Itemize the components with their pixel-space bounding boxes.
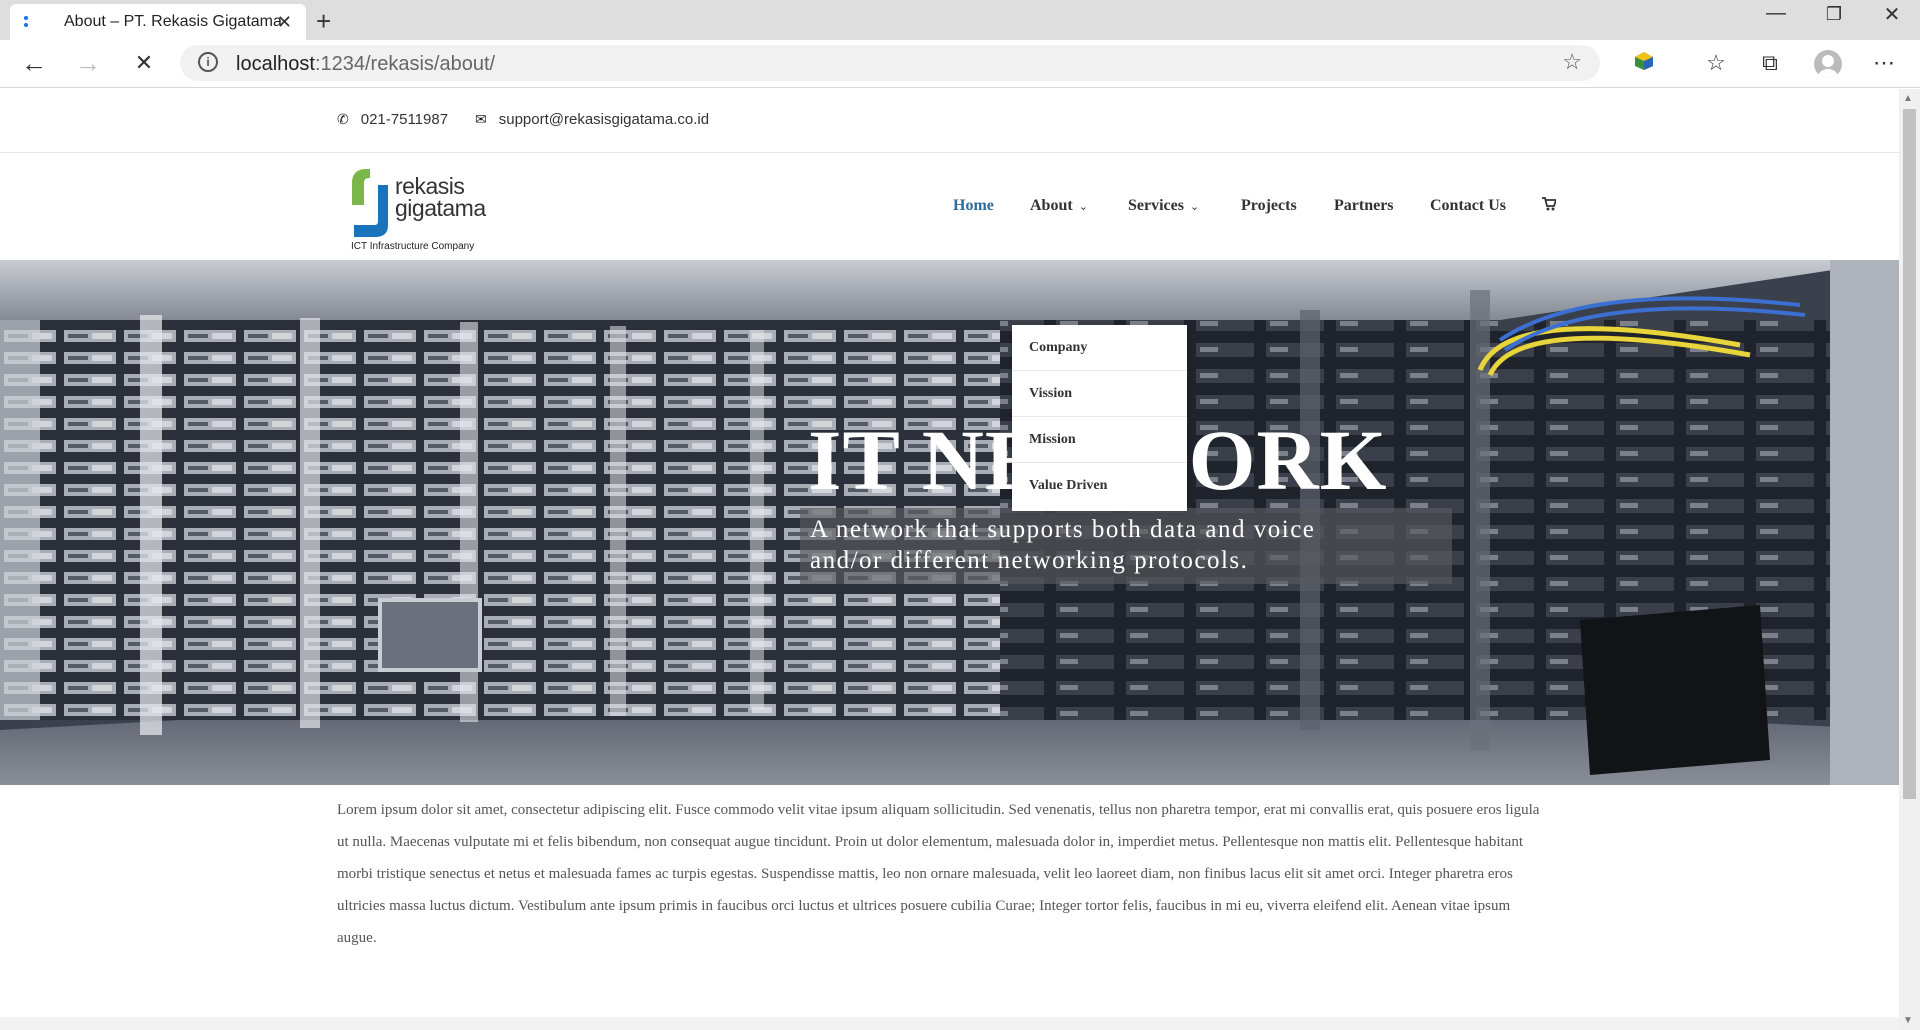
page-scrollbar[interactable]: ▲ ▼ — [1899, 89, 1920, 1030]
hero-banner: IT NETWORK A network that supports both … — [0, 260, 1899, 785]
more-icon[interactable]: ⋯ — [1868, 50, 1900, 76]
address-bar[interactable]: i localhost:1234/rekasis/about/ ☆ — [180, 45, 1600, 81]
hero-subtitle: A network that supports both data and vo… — [810, 516, 1316, 574]
nav-projects[interactable]: Projects — [1241, 197, 1297, 215]
nav-home[interactable]: Home — [953, 197, 994, 215]
email-address[interactable]: support@rekasisgigatama.co.id — [499, 111, 709, 128]
favorite-star-icon[interactable]: ☆ — [1562, 49, 1582, 75]
logo-mark-icon — [352, 169, 388, 237]
nav-contact-us[interactable]: Contact Us — [1430, 197, 1506, 215]
address-text[interactable]: localhost:1234/rekasis/about/ — [236, 53, 495, 76]
scroll-up-arrow-icon[interactable]: ▲ — [1903, 93, 1913, 104]
dropdown-item-mission[interactable]: Mission — [1012, 417, 1187, 463]
back-icon[interactable]: ← — [16, 48, 52, 78]
nav-about[interactable]: About ⌄ — [1030, 197, 1088, 215]
browser-tab-bar: About – PT. Rekasis Gigatama ✕ + — ❐ ✕ — [0, 0, 1920, 40]
dropdown-item-company[interactable]: Company — [1012, 325, 1187, 371]
info-icon[interactable]: i — [198, 52, 218, 72]
minimize-icon[interactable]: — — [1756, 2, 1796, 25]
maximize-icon[interactable]: ❐ — [1814, 4, 1854, 25]
contact-topbar: ✆ 021-7511987 ✉ support@rekasisgigatama.… — [0, 89, 1899, 153]
chevron-down-icon: ⌄ — [1078, 201, 1088, 213]
tab-title: About – PT. Rekasis Gigatama — [64, 13, 282, 30]
page-viewport: ✆ 021-7511987 ✉ support@rekasisgigatama.… — [0, 89, 1899, 1030]
email-contact[interactable]: ✉ support@rekasisgigatama.co.id — [475, 111, 709, 128]
browser-tab[interactable]: About – PT. Rekasis Gigatama ✕ — [10, 4, 306, 40]
favorites-icon[interactable]: ☆ — [1700, 50, 1732, 76]
chevron-down-icon: ⌄ — [1189, 201, 1200, 213]
cart-icon[interactable] — [1542, 197, 1558, 216]
favicon-icon — [22, 16, 34, 28]
close-window-icon[interactable]: ✕ — [1872, 2, 1912, 27]
dropdown-item-value-driven[interactable]: Value Driven — [1012, 463, 1187, 509]
nav-partners[interactable]: Partners — [1334, 197, 1394, 215]
logo-wordmark: rekasis gigatama — [395, 173, 486, 221]
profile-icon[interactable] — [1814, 50, 1842, 78]
browser-toolbar: ← → ✕ i localhost:1234/rekasis/about/ ☆ … — [0, 40, 1920, 88]
extension-icon[interactable] — [1628, 50, 1660, 78]
nav-services[interactable]: Services ⌄ — [1128, 197, 1199, 215]
dropdown-item-vission[interactable]: Vission — [1012, 371, 1187, 417]
stop-icon[interactable]: ✕ — [126, 48, 162, 78]
site-header: rekasis gigatama ICT Infrastructure Compa… — [0, 153, 1899, 260]
phone-contact: ✆ 021-7511987 — [337, 111, 448, 128]
forward-icon[interactable]: → — [70, 48, 106, 78]
phone-number: 021-7511987 — [360, 111, 449, 128]
phone-icon: ✆ — [337, 111, 349, 127]
envelope-icon: ✉ — [475, 111, 487, 127]
footer-edge — [0, 1017, 1899, 1030]
about-dropdown-menu: Company Vission Mission Value Driven — [1012, 325, 1187, 511]
close-tab-icon[interactable]: ✕ — [277, 12, 292, 33]
site-logo[interactable]: rekasis gigatama ICT Infrastructure Compa… — [345, 163, 495, 253]
about-paragraph: Lorem ipsum dolor sit amet, consectetur … — [337, 802, 1540, 946]
new-tab-icon[interactable]: + — [316, 6, 331, 37]
logo-tagline: ICT Infrastructure Company — [351, 241, 475, 252]
collections-icon[interactable]: ⧉ — [1754, 50, 1786, 76]
scroll-down-arrow-icon[interactable]: ▼ — [1903, 1015, 1913, 1026]
scrollbar-thumb[interactable] — [1903, 109, 1916, 799]
